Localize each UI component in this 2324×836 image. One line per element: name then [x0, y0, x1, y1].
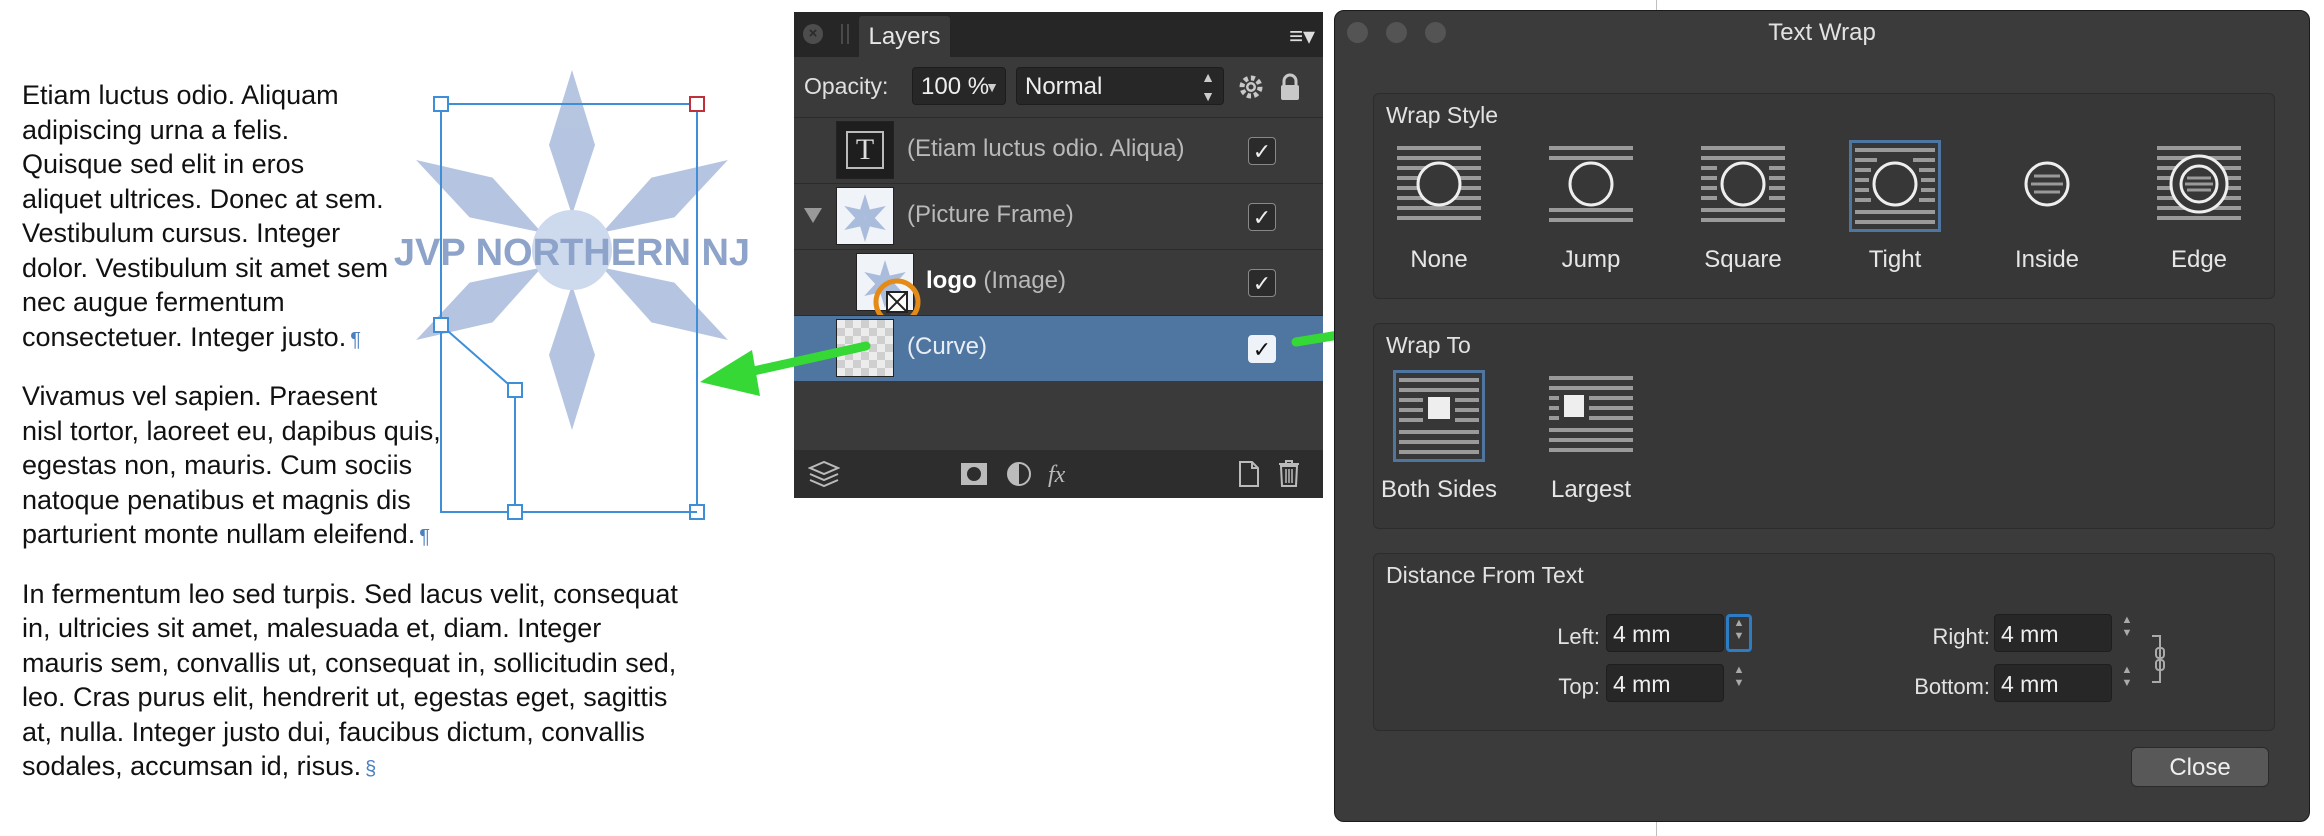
- layers-stack-icon[interactable]: [808, 460, 840, 488]
- lock-icon[interactable]: [1280, 73, 1300, 101]
- wrap-to-group: Wrap To Both Sides Largest: [1373, 323, 2275, 529]
- link-chain-icon[interactable]: [2150, 634, 2166, 684]
- wrap-both-sides-icon: [1393, 370, 1485, 462]
- layers-footer-toolbar: fx: [794, 450, 1323, 498]
- wrap-largest-icon: [1549, 376, 1633, 452]
- resize-handle[interactable]: [433, 96, 449, 112]
- wrap-style-none[interactable]: None: [1374, 140, 1504, 280]
- top-stepper[interactable]: ▲ ▼: [1730, 664, 1748, 702]
- text-layer-icon: T: [836, 121, 894, 179]
- opacity-input[interactable]: 100 % ▼: [912, 67, 1006, 105]
- layer-row-picture-frame[interactable]: (Picture Frame) ✓: [794, 183, 1323, 249]
- wrap-inside-icon: [2024, 161, 2070, 207]
- bottom-label: Bottom:: [1914, 674, 1990, 699]
- wrap-none-icon: [1397, 146, 1481, 220]
- opacity-label: Opacity:: [804, 73, 889, 99]
- text-wrap-dialog: Text Wrap Wrap Style None Jump Square Ti…: [1334, 10, 2310, 822]
- curve-thumbnail: [836, 319, 894, 377]
- mask-layer-icon[interactable]: [960, 462, 988, 486]
- close-icon[interactable]: ×: [803, 24, 823, 44]
- layer-row-curve[interactable]: (Curve) ✓: [794, 315, 1323, 381]
- right-distance-input[interactable]: 4 mm: [1994, 614, 2112, 652]
- top-label: Top:: [1558, 674, 1600, 699]
- trash-icon[interactable]: [1278, 459, 1300, 487]
- left-distance-input[interactable]: 4 mm: [1606, 614, 1724, 652]
- layers-tab-bar: × Layers ≡▾: [794, 12, 1323, 57]
- left-label: Left:: [1557, 624, 1600, 649]
- layer-name: (Etiam luctus odio. Aliqua): [907, 135, 1185, 162]
- wrap-style-tight[interactable]: Tight: [1830, 140, 1960, 280]
- expand-triangle-icon[interactable]: [804, 208, 822, 223]
- layer-row-logo[interactable]: logo (Image) ✓: [794, 249, 1323, 326]
- stepper-icon: ▲ ▼: [1201, 69, 1215, 104]
- wrap-style-title: Wrap Style: [1386, 102, 1499, 128]
- layer-row-text[interactable]: T (Etiam luctus odio. Aliqua) ✓: [794, 117, 1323, 183]
- wrap-edge-icon: [2157, 146, 2241, 220]
- right-label: Right:: [1932, 624, 1990, 649]
- wrap-to-both-sides[interactable]: Both Sides: [1374, 370, 1504, 510]
- adjustment-layer-icon[interactable]: [1006, 461, 1032, 487]
- wrap-style-edge[interactable]: Edge: [2134, 140, 2264, 280]
- visibility-checkbox[interactable]: ✓: [1248, 137, 1276, 165]
- rotate-handle[interactable]: [689, 96, 705, 112]
- blend-mode-select[interactable]: Normal ▲ ▼: [1016, 67, 1224, 105]
- layer-name: (Curve): [907, 333, 988, 360]
- layer-name: (Picture Frame): [907, 201, 1074, 228]
- distance-from-text-group: Distance From Text Left: 4 mm ▲ ▼ Top: 4 …: [1373, 553, 2275, 731]
- wrap-to-largest[interactable]: Largest: [1526, 370, 1656, 510]
- chevron-down-icon[interactable]: ▼: [985, 68, 999, 106]
- top-distance-input[interactable]: 4 mm: [1606, 664, 1724, 702]
- bottom-distance-input[interactable]: 4 mm: [1994, 664, 2112, 702]
- close-button[interactable]: Close: [2131, 747, 2269, 787]
- visibility-checkbox[interactable]: ✓: [1248, 203, 1276, 231]
- right-stepper[interactable]: ▲ ▼: [2118, 614, 2136, 652]
- picture-frame-thumbnail: [836, 187, 894, 245]
- wrap-to-title: Wrap To: [1386, 332, 1471, 358]
- layer-name: logo (Image): [926, 267, 1067, 294]
- wrap-jump-icon: [1549, 146, 1633, 222]
- opacity-row: Opacity: 100 % ▼ Normal ▲ ▼: [794, 57, 1323, 117]
- distance-title: Distance From Text: [1386, 562, 1584, 588]
- gear-icon[interactable]: [1238, 74, 1264, 100]
- visibility-checkbox[interactable]: ✓: [1248, 269, 1276, 297]
- layers-panel: × Layers ≡▾ Opacity: 100 % ▼ Normal ▲ ▼ T…: [794, 12, 1323, 498]
- wrap-style-jump[interactable]: Jump: [1526, 140, 1656, 280]
- left-stepper[interactable]: ▲ ▼: [1726, 614, 1752, 652]
- wrap-tight-icon: [1849, 140, 1941, 232]
- bottom-stepper[interactable]: ▲ ▼: [2118, 664, 2136, 702]
- wrap-square-icon: [1701, 146, 1785, 222]
- drag-grip-icon[interactable]: [841, 24, 849, 44]
- wrap-style-inside[interactable]: Inside: [1982, 140, 2112, 280]
- tab-layers[interactable]: Layers: [859, 16, 950, 57]
- fx-icon[interactable]: fx: [1048, 462, 1065, 489]
- visibility-checkbox[interactable]: ✓: [1248, 335, 1276, 363]
- dialog-title: Text Wrap: [1768, 19, 1876, 46]
- add-layer-icon[interactable]: [1238, 460, 1260, 488]
- panel-menu-icon[interactable]: ≡▾: [1289, 22, 1315, 51]
- wrap-style-group: Wrap Style None Jump Square Tight Inside…: [1373, 93, 2275, 299]
- wrap-style-square[interactable]: Square: [1678, 140, 1808, 280]
